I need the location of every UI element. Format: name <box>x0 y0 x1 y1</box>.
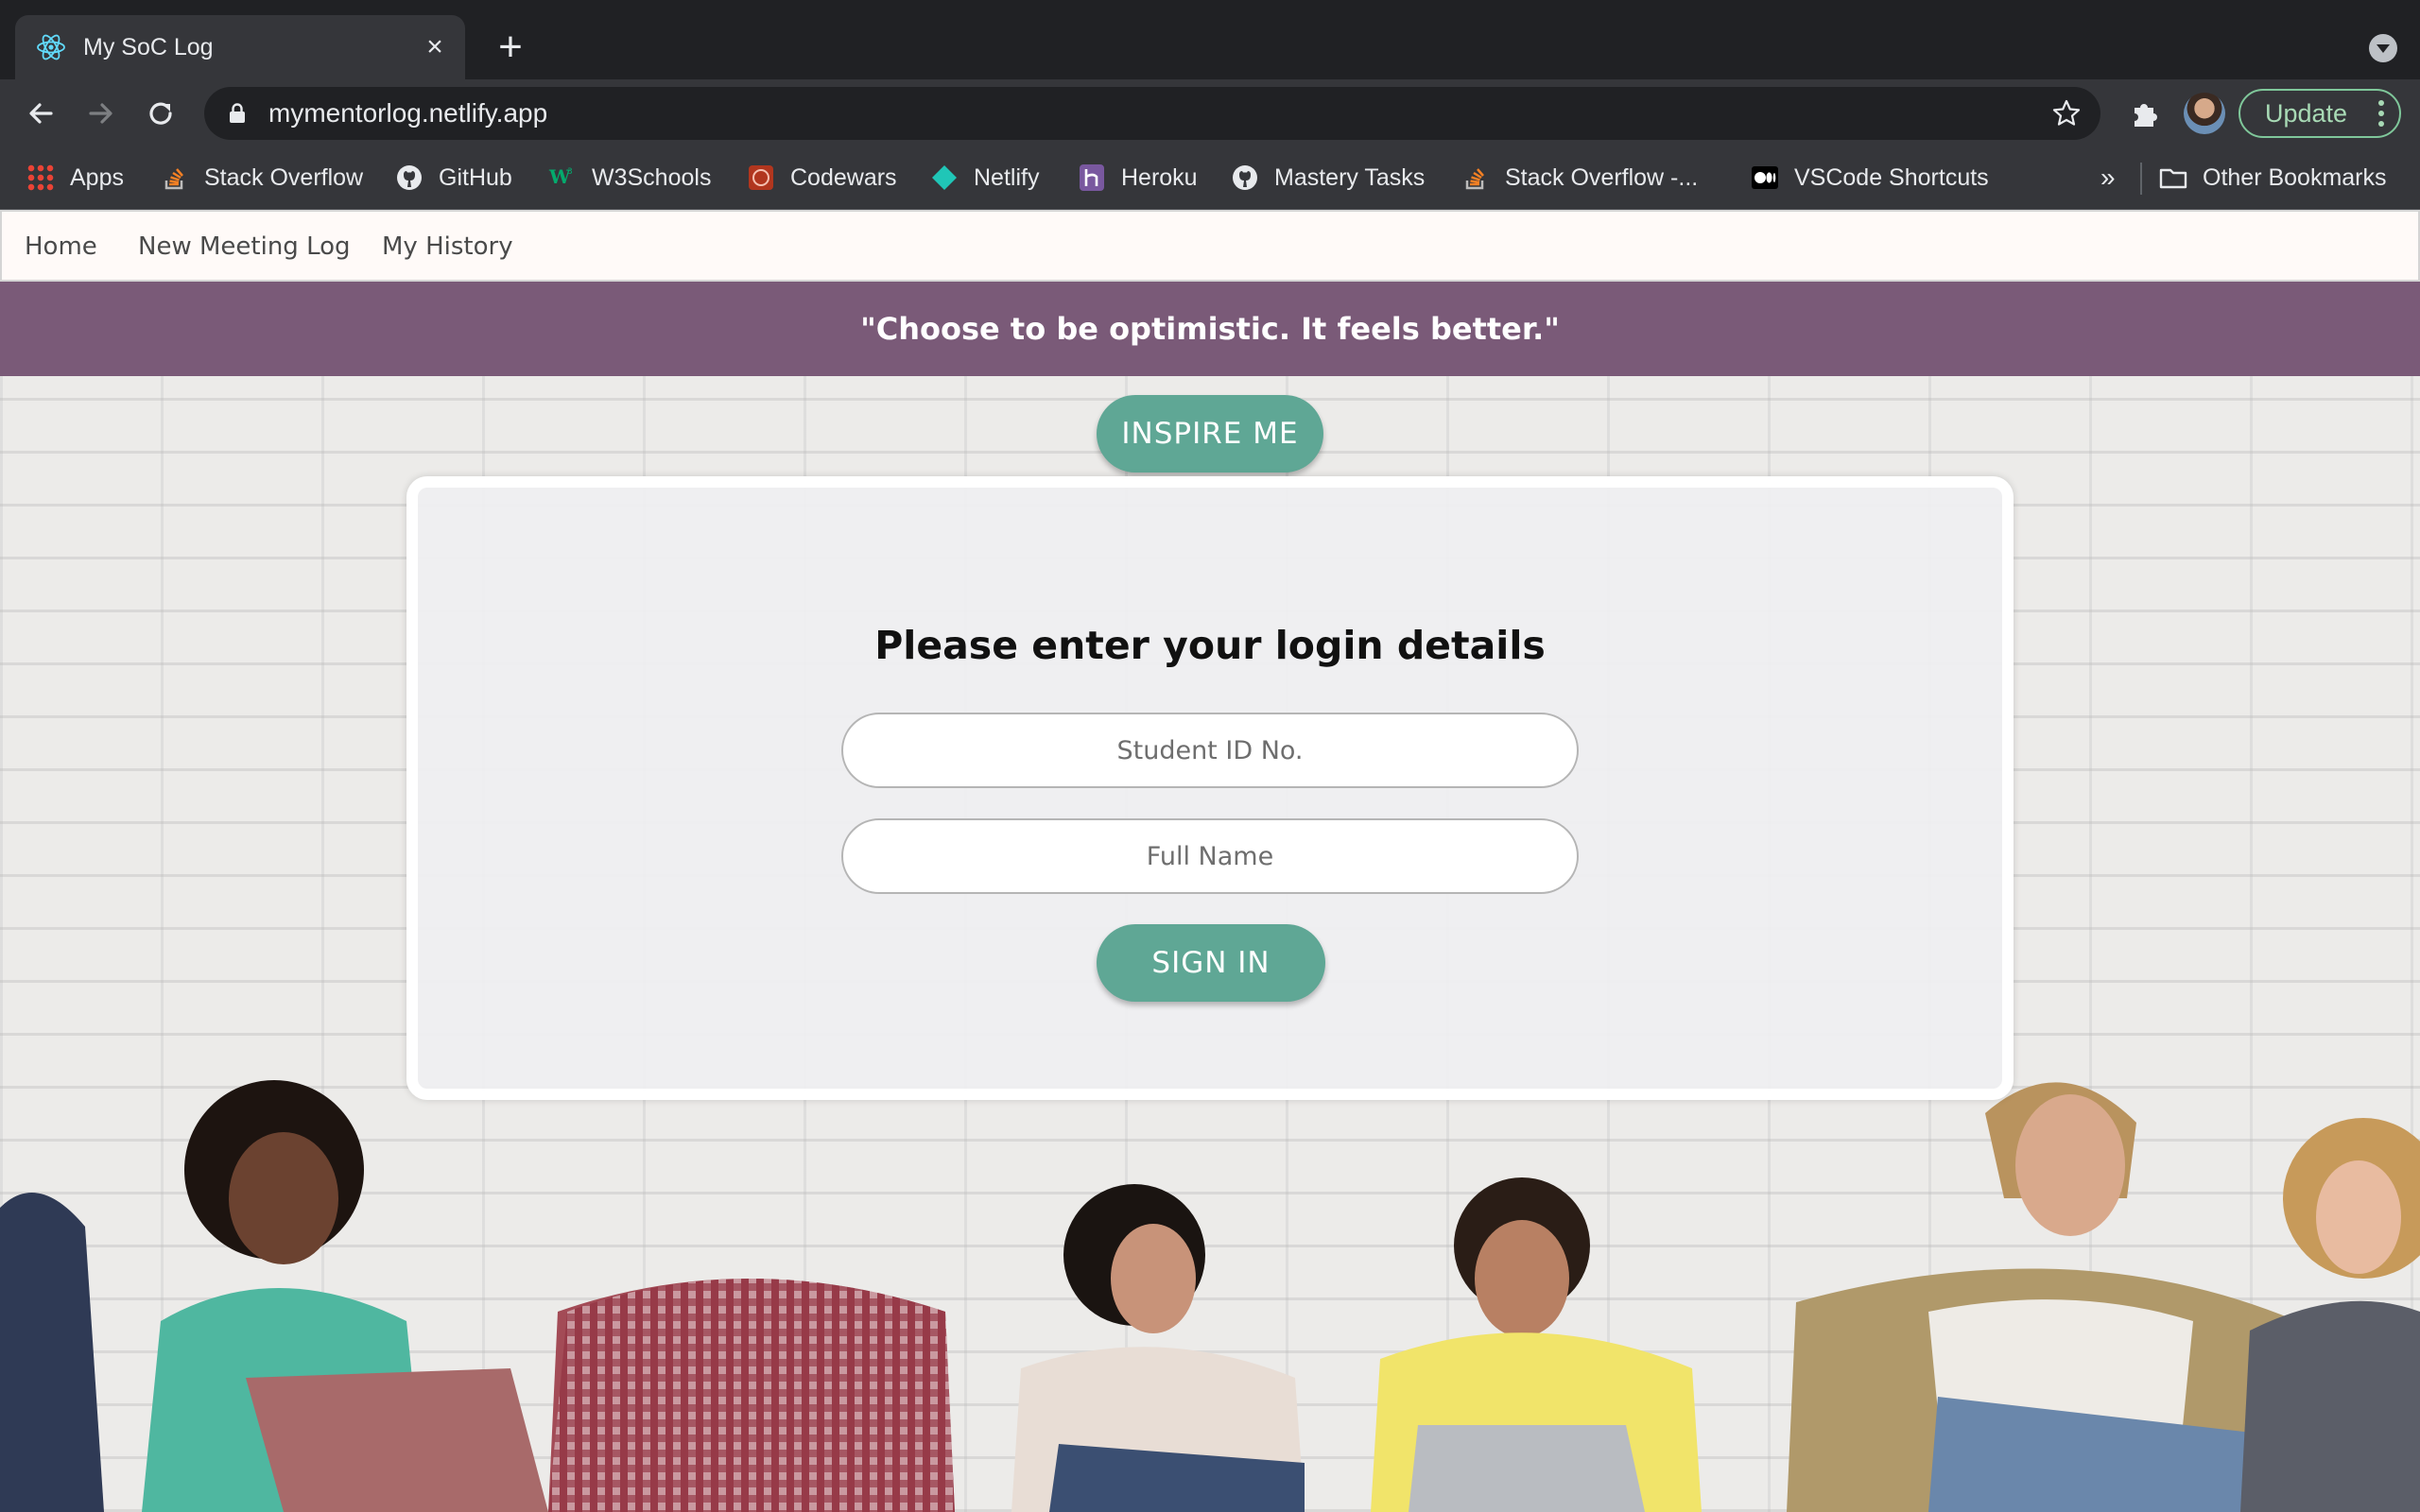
nav-my-history-link[interactable]: My History <box>382 231 513 263</box>
tab-strip: My SoC Log × + <box>0 0 2420 79</box>
tab-search-icon[interactable] <box>2369 34 2397 62</box>
browser-toolbar: mymentorlog.netlify.app Update <box>0 79 2420 147</box>
codewars-icon <box>749 165 773 190</box>
update-label: Update <box>2265 99 2348 128</box>
bookmark-apps[interactable]: Apps <box>26 161 124 195</box>
more-menu-icon[interactable] <box>2378 100 2384 127</box>
folder-icon <box>2159 168 2187 189</box>
bookmark-stack-overflow-2[interactable]: Stack Overflow -... <box>1461 161 1698 195</box>
hero-background: INSPIRE ME Please enter your login detai… <box>0 376 2420 1512</box>
bookmark-stack-overflow[interactable]: Stack Overflow <box>161 161 363 195</box>
github-icon <box>1233 165 1257 190</box>
address-bar[interactable]: mymentorlog.netlify.app <box>204 87 2100 140</box>
bookmark-netlify[interactable]: Netlify <box>930 161 1039 195</box>
bookmark-star-icon[interactable] <box>2051 98 2082 129</box>
bookmarks-bar: Apps Stack Overflow GitHub W 3 W3Schools… <box>0 147 2420 210</box>
update-button[interactable]: Update <box>2238 89 2401 138</box>
quote-banner: "Choose to be optimistic. It feels bette… <box>0 282 2420 376</box>
login-card: Please enter your login details SIGN IN <box>406 476 2014 1100</box>
web-page: Home New Meeting Log My History "Choose … <box>0 210 2420 1512</box>
w3schools-icon: W 3 <box>548 165 573 188</box>
profile-avatar[interactable] <box>2184 93 2225 134</box>
bookmark-codewars[interactable]: Codewars <box>747 161 897 195</box>
github-icon <box>397 165 422 190</box>
bookmark-heroku[interactable]: Heroku <box>1078 161 1198 195</box>
stackoverflow-icon <box>164 168 183 190</box>
netlify-icon <box>932 165 957 190</box>
extensions-puzzle-icon[interactable] <box>2127 96 2161 130</box>
medium-icon <box>1752 166 1778 189</box>
forward-arrow-icon[interactable] <box>81 94 119 132</box>
heroku-icon <box>1080 164 1104 191</box>
bookmark-other-bookmarks[interactable]: Other Bookmarks <box>2159 161 2387 195</box>
reload-icon[interactable] <box>142 94 180 132</box>
lock-icon <box>230 103 245 123</box>
bookmarks-overflow-button[interactable]: » <box>2100 161 2116 195</box>
react-icon <box>37 34 65 60</box>
browser-tab[interactable]: My SoC Log × <box>15 15 465 79</box>
url-text: mymentorlog.netlify.app <box>268 98 548 128</box>
inspire-me-button[interactable]: INSPIRE ME <box>1097 395 1323 472</box>
new-tab-icon[interactable]: + <box>492 26 529 68</box>
bookmark-github[interactable]: GitHub <box>395 161 512 195</box>
full-name-input[interactable] <box>841 818 1579 894</box>
site-navbar: Home New Meeting Log My History <box>0 210 2420 282</box>
bookmarks-divider <box>2140 163 2142 195</box>
tab-title: My SoC Log <box>83 34 214 60</box>
bookmark-mastery-tasks[interactable]: Mastery Tasks <box>1231 161 1425 195</box>
nav-new-meeting-log-link[interactable]: New Meeting Log <box>138 231 351 263</box>
student-id-input[interactable] <box>841 713 1579 788</box>
apps-grid-icon <box>26 163 55 192</box>
close-tab-icon[interactable]: × <box>420 32 450 62</box>
back-arrow-icon[interactable] <box>23 94 60 132</box>
stackoverflow-icon <box>1465 168 1484 190</box>
sign-in-button[interactable]: SIGN IN <box>1097 924 1325 1002</box>
svg-text:3: 3 <box>567 167 573 177</box>
bookmark-w3schools[interactable]: W 3 W3Schools <box>548 161 711 195</box>
quote-text: "Choose to be optimistic. It feels bette… <box>860 311 1560 347</box>
bookmark-vscode-shortcuts[interactable]: VSCode Shortcuts <box>1751 161 1989 195</box>
nav-home-link[interactable]: Home <box>25 231 97 263</box>
login-title: Please enter your login details <box>874 623 1546 668</box>
